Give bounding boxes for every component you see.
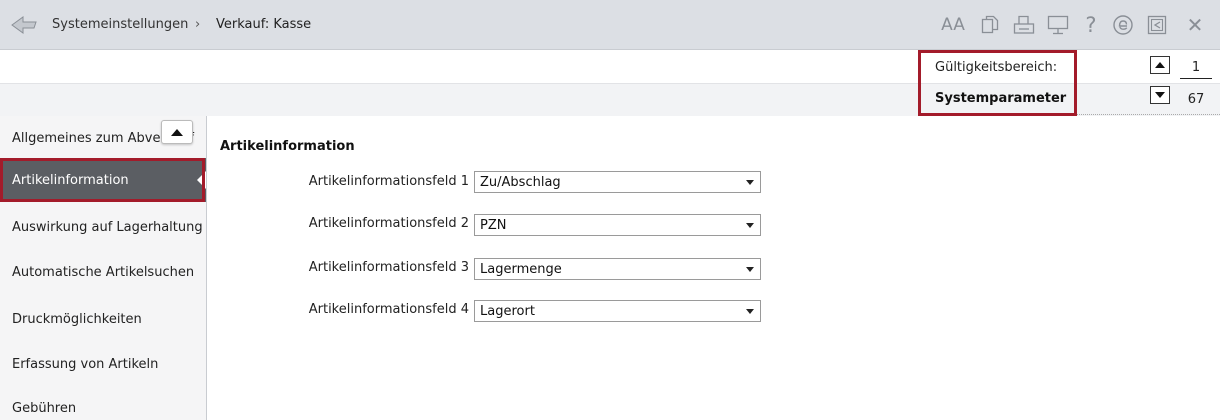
back-icon[interactable] <box>10 14 38 36</box>
copy-icon[interactable] <box>978 13 1002 37</box>
field-label-4: Artikelinformationsfeld 4 <box>308 302 469 317</box>
sidebar-item-label: Gebühren <box>12 400 77 416</box>
title-bar: Systemeinstellungen › Verkauf: Kasse AA … <box>0 0 1220 50</box>
artikelinfo-3-select[interactable]: Lagermenge <box>474 258 761 280</box>
select-value: Lagermenge <box>480 261 562 277</box>
select-value: Zu/Abschlag <box>480 174 561 190</box>
sidebar-item-artikelinformation[interactable]: Artikelinformation <box>0 158 206 202</box>
artikelinfo-4-select[interactable]: Lagerort <box>474 300 761 322</box>
artikelinfo-1-select[interactable]: Zu/Abschlag <box>474 171 761 193</box>
help-icon[interactable]: ? <box>1080 13 1102 37</box>
sidebar-scroll-up-button[interactable] <box>161 120 193 144</box>
active-indicator-icon <box>197 171 206 189</box>
chevron-down-icon <box>746 180 754 185</box>
sidebar-item-lagerhaltung[interactable]: Auswirkung auf Lagerhaltung <box>0 205 206 249</box>
font-size-icon[interactable]: AA <box>940 13 966 37</box>
breadcrumb-current: Verkauf: Kasse <box>216 17 312 32</box>
breadcrumb-parent[interactable]: Systemeinstellungen <box>52 17 188 32</box>
chevron-down-icon <box>746 309 754 314</box>
sidebar-item-artikelsuchen[interactable]: Automatische Artikelsuchen <box>0 250 206 294</box>
field-label-1: Artikelinformationsfeld 1 <box>308 174 469 189</box>
sidebar-item-label: Artikelinformation <box>12 172 129 188</box>
select-value: PZN <box>480 217 507 233</box>
sidebar: Allgemeines zum Abverkauf Artikelinforma… <box>0 116 207 420</box>
sidebar-item-druck[interactable]: Druckmöglichkeiten <box>0 297 206 341</box>
pager-current: 1 <box>1191 60 1201 75</box>
field-label-2: Artikelinformationsfeld 2 <box>308 216 469 231</box>
chevron-down-icon <box>746 223 754 228</box>
e-icon[interactable] <box>1110 13 1136 37</box>
breadcrumb-separator: › <box>195 17 201 32</box>
field-label-3: Artikelinformationsfeld 3 <box>308 260 469 275</box>
caret-down-icon <box>1155 92 1165 98</box>
sidebar-item-gebuehren[interactable]: Gebühren <box>0 386 206 420</box>
sidebar-item-label: Erfassung von Artikeln <box>12 356 159 372</box>
chevron-down-icon <box>746 267 754 272</box>
section-title: Artikelinformation <box>220 139 355 154</box>
sidebar-item-label: Automatische Artikelsuchen <box>12 264 195 280</box>
artikelinfo-2-select[interactable]: PZN <box>474 214 761 236</box>
sidebar-item-label: Auswirkung auf Lagerhaltung <box>12 219 203 235</box>
scope-highlight <box>918 50 1077 116</box>
select-value: Lagerort <box>480 303 535 319</box>
caret-up-icon <box>1155 62 1165 68</box>
pager-divider <box>1180 78 1212 79</box>
pager-total: 67 <box>1187 92 1205 107</box>
sidebar-item-erfassung[interactable]: Erfassung von Artikeln <box>0 342 206 386</box>
close-icon[interactable]: ✕ <box>1180 13 1210 37</box>
page-down-button[interactable] <box>1150 86 1170 104</box>
page-up-button[interactable] <box>1150 56 1170 74</box>
minimize-icon[interactable] <box>1144 13 1170 37</box>
caret-up-icon <box>171 128 183 136</box>
monitor-icon[interactable] <box>1046 13 1070 37</box>
print-icon[interactable] <box>1012 13 1036 37</box>
dotted-divider <box>1077 114 1220 115</box>
sidebar-item-label: Druckmöglichkeiten <box>12 311 142 327</box>
